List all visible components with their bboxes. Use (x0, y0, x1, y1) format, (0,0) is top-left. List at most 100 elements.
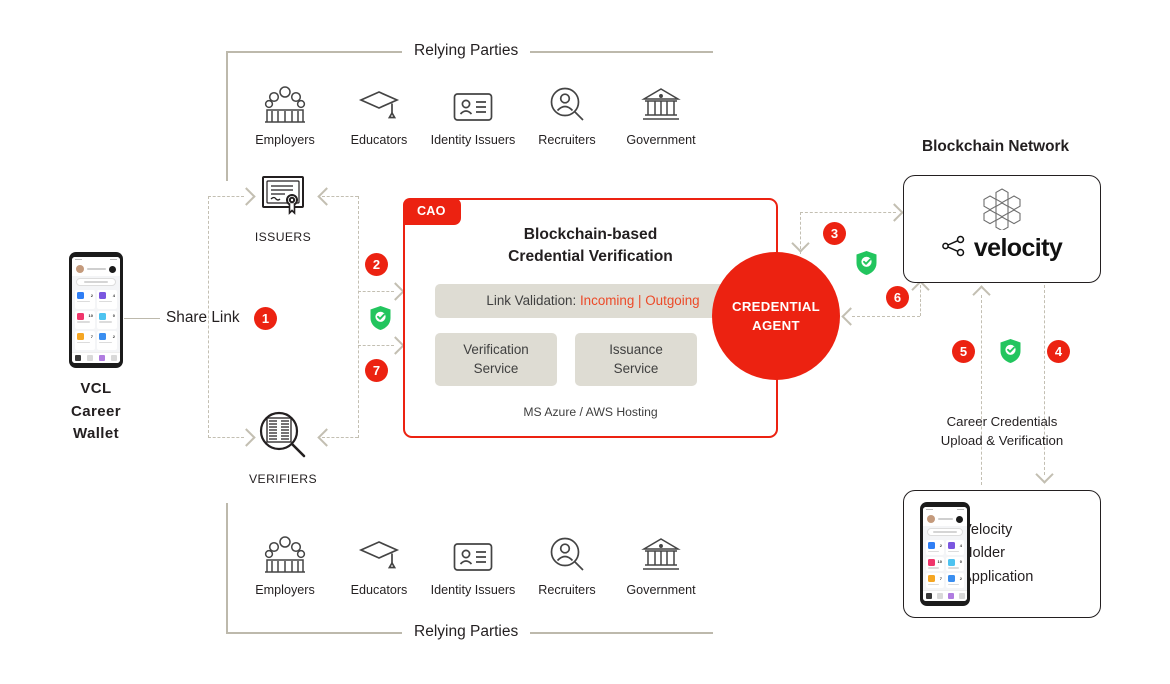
credential-tile[interactable]: 0 (97, 310, 117, 330)
credential-tile[interactable]: 2 (946, 573, 964, 588)
verification-service-line1: Verification (463, 342, 529, 358)
credential-agent-circle[interactable]: CREDENTIAL AGENT (712, 252, 840, 380)
phone-screen: 2 4 10 0 7 2 (72, 257, 120, 363)
nav-item-profile-icon[interactable] (111, 355, 117, 361)
credential-tile[interactable]: 4 (946, 540, 964, 555)
people-group-icon (264, 528, 306, 574)
tile-count: 4 (112, 292, 115, 298)
return-trunk-dashed-line (358, 196, 359, 438)
credential-tile[interactable]: 2 (97, 331, 117, 350)
credential-tile[interactable]: 4 (97, 290, 117, 309)
profile-name (87, 267, 106, 271)
relying-party-employers-bottom[interactable]: Employers (238, 528, 332, 597)
link-validation-outgoing[interactable]: Outgoing (645, 292, 699, 310)
credential-tile[interactable]: 10 (926, 556, 944, 572)
nav-item-cards-icon[interactable] (936, 593, 943, 599)
phone-bottom-nav[interactable] (72, 352, 120, 363)
trunk-to-issuers-arrow (240, 190, 253, 203)
nav-item-profile-icon[interactable] (958, 593, 965, 599)
relying-party-label: Educators (350, 133, 408, 147)
credential-tile[interactable]: 2 (926, 540, 944, 555)
government-building-icon (640, 528, 682, 574)
issuers-node[interactable] (259, 174, 307, 223)
step5-vertical-line (981, 295, 982, 485)
link-validation-incoming[interactable]: Incoming (580, 292, 634, 310)
relying-party-educators-bottom[interactable]: Educators (332, 528, 426, 597)
relying-party-label: Educators (350, 583, 408, 597)
tile-count: 0 (112, 313, 115, 319)
link-validation-separator: | (638, 292, 642, 308)
relying-parties-top-icon-row: Employers Educators Identity Issuers Rec… (238, 78, 708, 147)
nav-item-home-icon[interactable] (925, 593, 932, 599)
credential-tile[interactable]: 7 (926, 573, 944, 588)
profile-name (938, 517, 953, 521)
verifiers-node[interactable] (258, 410, 308, 465)
credential-tile[interactable]: 7 (75, 331, 95, 350)
step-badge-2: 2 (365, 253, 388, 276)
velocity-holder-application-panel: 2 4 10 0 7 2 Velocity Holder Application (903, 490, 1101, 618)
relying-party-employers-top[interactable]: Employers (238, 78, 332, 147)
phone-profile-header (923, 512, 967, 526)
issuance-service-box[interactable]: Issuance Service (575, 333, 697, 386)
tile-count: 2 (90, 292, 93, 298)
relying-parties-bottom-icon-row: Employers Educators Identity Issuers Rec… (238, 528, 708, 597)
credential-tile-grid: 2 4 10 0 7 2 (923, 538, 967, 590)
relying-party-recruiters-top[interactable]: Recruiters (520, 78, 614, 147)
menu-dot-icon[interactable] (109, 265, 116, 273)
cao-title: Blockchain-based Credential Verification (405, 224, 776, 268)
relying-party-recruiters-bottom[interactable]: Recruiters (520, 528, 614, 597)
step3-right-arrow (888, 206, 901, 219)
person-search-icon (546, 78, 588, 124)
tile-count: 7 (90, 333, 93, 339)
issuance-service-line2: Service (613, 360, 659, 376)
holder-app-line1: Velocity (962, 521, 1013, 538)
id-card-icon (452, 528, 494, 574)
verification-service-box[interactable]: Verification Service (435, 333, 557, 386)
holder-app-label: Velocity Holder Application (962, 519, 1033, 590)
holder-app-line3: Application (962, 568, 1034, 585)
blockchain-network-title: Blockchain Network (922, 138, 1070, 155)
verifiers-label: VERIFIERS (249, 472, 317, 486)
share-link-label: Share Link (166, 309, 240, 326)
relying-party-government-bottom[interactable]: Government (614, 528, 708, 597)
relying-parties-bottom-bracket-left (226, 503, 228, 633)
step5-up-arrow (975, 288, 988, 301)
step6-up-arrow (914, 283, 927, 296)
tile-count: 0 (959, 559, 962, 565)
left-trunk-dashed-line (208, 196, 209, 438)
person-search-icon (546, 528, 588, 574)
relying-parties-top-bracket-left (226, 51, 228, 181)
phone-bottom-nav[interactable] (923, 590, 967, 601)
career-credentials-note: Career Credentials Upload & Verification (903, 412, 1101, 450)
relying-party-identity-issuers-bottom[interactable]: Identity Issuers (426, 528, 520, 597)
tile-count: 2 (112, 333, 115, 339)
blockchain-network-panel: velocity (903, 175, 1101, 283)
credential-tile[interactable]: 0 (946, 556, 964, 572)
credential-tile[interactable]: 2 (75, 290, 95, 309)
step-badge-4: 4 (1047, 340, 1070, 363)
credential-tile-grid: 2 4 10 0 7 2 (72, 288, 120, 352)
nav-item-home-icon[interactable] (75, 355, 81, 361)
nav-item-wallet-icon[interactable] (947, 593, 954, 599)
holder-app-line2: Holder (962, 545, 1005, 562)
relying-party-educators-top[interactable]: Educators (332, 78, 426, 147)
relying-party-government-top[interactable]: Government (614, 78, 708, 147)
issuers-label: ISSUERS (254, 230, 312, 244)
step4-down-arrow (1038, 468, 1051, 481)
step2-arrow (389, 285, 402, 298)
nav-item-cards-icon[interactable] (87, 355, 93, 361)
velocity-wordmark-group: velocity (904, 234, 1100, 263)
phone-search-bar[interactable] (927, 528, 963, 536)
career-credentials-note-line1: Career Credentials (946, 414, 1058, 429)
menu-dot-icon[interactable] (956, 515, 963, 523)
phone-search-bar[interactable] (76, 278, 116, 286)
nav-item-wallet-icon[interactable] (99, 355, 105, 361)
shield-check-icon (855, 250, 878, 276)
credential-tile[interactable]: 10 (75, 310, 95, 330)
tile-count: 2 (959, 575, 962, 581)
step-badge-5: 5 (952, 340, 975, 363)
link-validation-box[interactable]: Link Validation: Incoming | Outgoing (435, 284, 751, 318)
relying-party-identity-issuers-top[interactable]: Identity Issuers (426, 78, 520, 147)
hexagon-network-icon (904, 186, 1100, 230)
graduation-cap-icon (358, 528, 400, 574)
